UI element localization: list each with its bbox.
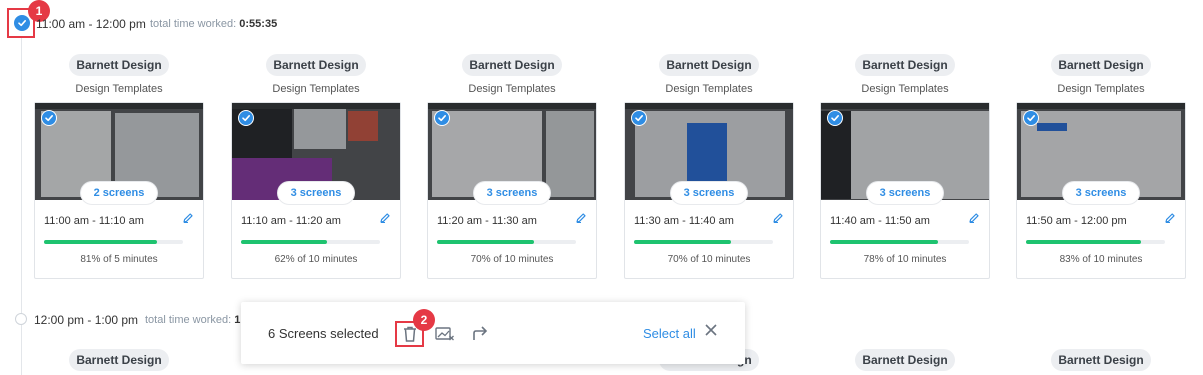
check-icon [635, 115, 643, 122]
project-pill[interactable]: Barnett Design [266, 54, 366, 76]
check-icon [242, 115, 250, 122]
activity-progress-bar [634, 240, 773, 244]
pencil-icon[interactable] [379, 212, 391, 224]
screens-count-button[interactable]: 3 screens [867, 182, 943, 204]
screenshot-card: 3 screens 11:30 am - 11:40 am 70% of 10 … [624, 102, 794, 279]
card-time-range: 11:30 am - 11:40 am [634, 215, 734, 227]
screenshot-card: 3 screens 11:10 am - 11:20 am 62% of 10 … [231, 102, 401, 279]
activity-progress-fill [437, 240, 535, 244]
activity-percentage: 81% of 5 minutes [80, 254, 158, 265]
time-slot-column: Barnett Design Design Templates 3 screen… [624, 54, 794, 279]
project-pill[interactable]: Barnett Design [855, 54, 955, 76]
time-slot-column: Barnett Design Design Templates 3 screen… [1016, 54, 1186, 279]
image-off-icon [435, 327, 454, 341]
task-name: Design Templates [665, 83, 753, 95]
check-icon [831, 115, 839, 122]
screens-count-button[interactable]: 3 screens [474, 182, 550, 204]
screenshot-card: 3 screens 11:50 am - 12:00 pm 83% of 10 … [1016, 102, 1186, 279]
task-name: Design Templates [1057, 83, 1145, 95]
screenshot-select-checkbox[interactable] [434, 110, 450, 126]
activity-percentage: 70% of 10 minutes [470, 254, 554, 265]
close-icon [705, 324, 717, 336]
pencil-icon[interactable] [182, 212, 194, 224]
share-arrow-icon [473, 326, 488, 340]
hour-select-checkbox[interactable] [14, 15, 30, 31]
hour-range: 11:00 am - 12:00 pm [36, 17, 146, 31]
screens-count-button[interactable]: 3 screens [1063, 182, 1139, 204]
delete-screenshots-only-button[interactable] [433, 322, 457, 346]
activity-progress-bar [241, 240, 380, 244]
hour-total-2: total time worked: 1: [145, 314, 244, 326]
card-time-range: 11:40 am - 11:50 am [830, 215, 930, 227]
activity-percentage: 83% of 10 minutes [1059, 254, 1143, 265]
check-icon [45, 115, 53, 122]
check-icon [1027, 115, 1035, 122]
activity-percentage: 70% of 10 minutes [667, 254, 751, 265]
task-name: Design Templates [861, 83, 949, 95]
card-time-range: 11:10 am - 11:20 am [241, 215, 341, 227]
reassign-button[interactable] [468, 321, 492, 345]
check-icon [18, 20, 26, 27]
screens-count-button[interactable]: 2 screens [81, 182, 157, 204]
project-pill-row2: Barnett Design [820, 349, 990, 371]
screenshot-select-checkbox[interactable] [1023, 110, 1039, 126]
project-pill[interactable]: Barnett Design [462, 54, 562, 76]
activity-progress-bar [830, 240, 969, 244]
screenshot-select-checkbox[interactable] [827, 110, 843, 126]
screens-count-button[interactable]: 3 screens [671, 182, 747, 204]
time-slot-column: Barnett Design Design Templates 3 screen… [820, 54, 990, 279]
total-time-label: total time worked: [150, 18, 237, 30]
activity-progress-fill [1026, 240, 1142, 244]
task-name: Design Templates [468, 83, 556, 95]
pencil-icon[interactable] [968, 212, 980, 224]
activity-progress-bar [437, 240, 576, 244]
screens-count-button[interactable]: 3 screens [278, 182, 354, 204]
activity-progress-fill [44, 240, 157, 244]
task-name: Design Templates [272, 83, 360, 95]
screenshot-select-checkbox[interactable] [238, 110, 254, 126]
time-slot-column: Barnett Design Design Templates 3 screen… [427, 54, 597, 279]
project-pill[interactable]: Barnett Design [659, 54, 759, 76]
project-pill[interactable]: Barnett Design [69, 54, 169, 76]
project-pill[interactable]: Barnett Design [1051, 54, 1151, 76]
hour-total: total time worked: 0:55:35 [150, 18, 277, 30]
step-badge-2: 2 [413, 309, 435, 331]
pencil-icon[interactable] [1164, 212, 1176, 224]
screenshot-card: 2 screens 11:00 am - 11:10 am 81% of 5 m… [34, 102, 204, 279]
selected-count: 6 Screens selected [268, 326, 379, 341]
activity-progress-fill [830, 240, 939, 244]
check-icon [438, 115, 446, 122]
hour-select-checkbox-2[interactable] [15, 313, 27, 325]
task-name: Design Templates [75, 83, 163, 95]
screenshot-select-checkbox[interactable] [41, 110, 57, 126]
screenshot-card: 3 screens 11:20 am - 11:30 am 70% of 10 … [427, 102, 597, 279]
activity-percentage: 78% of 10 minutes [863, 254, 947, 265]
screenshot-card: 3 screens 11:40 am - 11:50 am 78% of 10 … [820, 102, 990, 279]
activity-progress-bar [1026, 240, 1165, 244]
selection-toolbar: 6 Screens selected 2 Select all [241, 302, 745, 364]
activity-progress-bar [44, 240, 183, 244]
total-time-label-2: total time worked: [145, 314, 232, 326]
time-slot-column: Barnett Design Design Templates 2 screen… [34, 54, 204, 279]
card-time-range: 11:00 am - 11:10 am [44, 215, 144, 227]
time-slot-column: Barnett Design Design Templates 3 screen… [231, 54, 401, 279]
card-time-range: 11:20 am - 11:30 am [437, 215, 537, 227]
screenshot-select-checkbox[interactable] [631, 110, 647, 126]
activity-progress-fill [634, 240, 732, 244]
card-time-range: 11:50 am - 12:00 pm [1026, 215, 1127, 227]
activity-progress-fill [241, 240, 328, 244]
pencil-icon[interactable] [772, 212, 784, 224]
activity-percentage: 62% of 10 minutes [274, 254, 358, 265]
hour-range-2: 12:00 pm - 1:00 pm [34, 313, 139, 327]
total-time-value: 0:55:35 [239, 18, 278, 30]
pencil-icon[interactable] [575, 212, 587, 224]
close-toolbar-button[interactable] [704, 323, 722, 341]
select-all-link[interactable]: Select all [643, 326, 696, 341]
project-pill-row2: Barnett Design [1016, 349, 1186, 371]
project-pill-row2: Barnett Design [34, 349, 204, 371]
